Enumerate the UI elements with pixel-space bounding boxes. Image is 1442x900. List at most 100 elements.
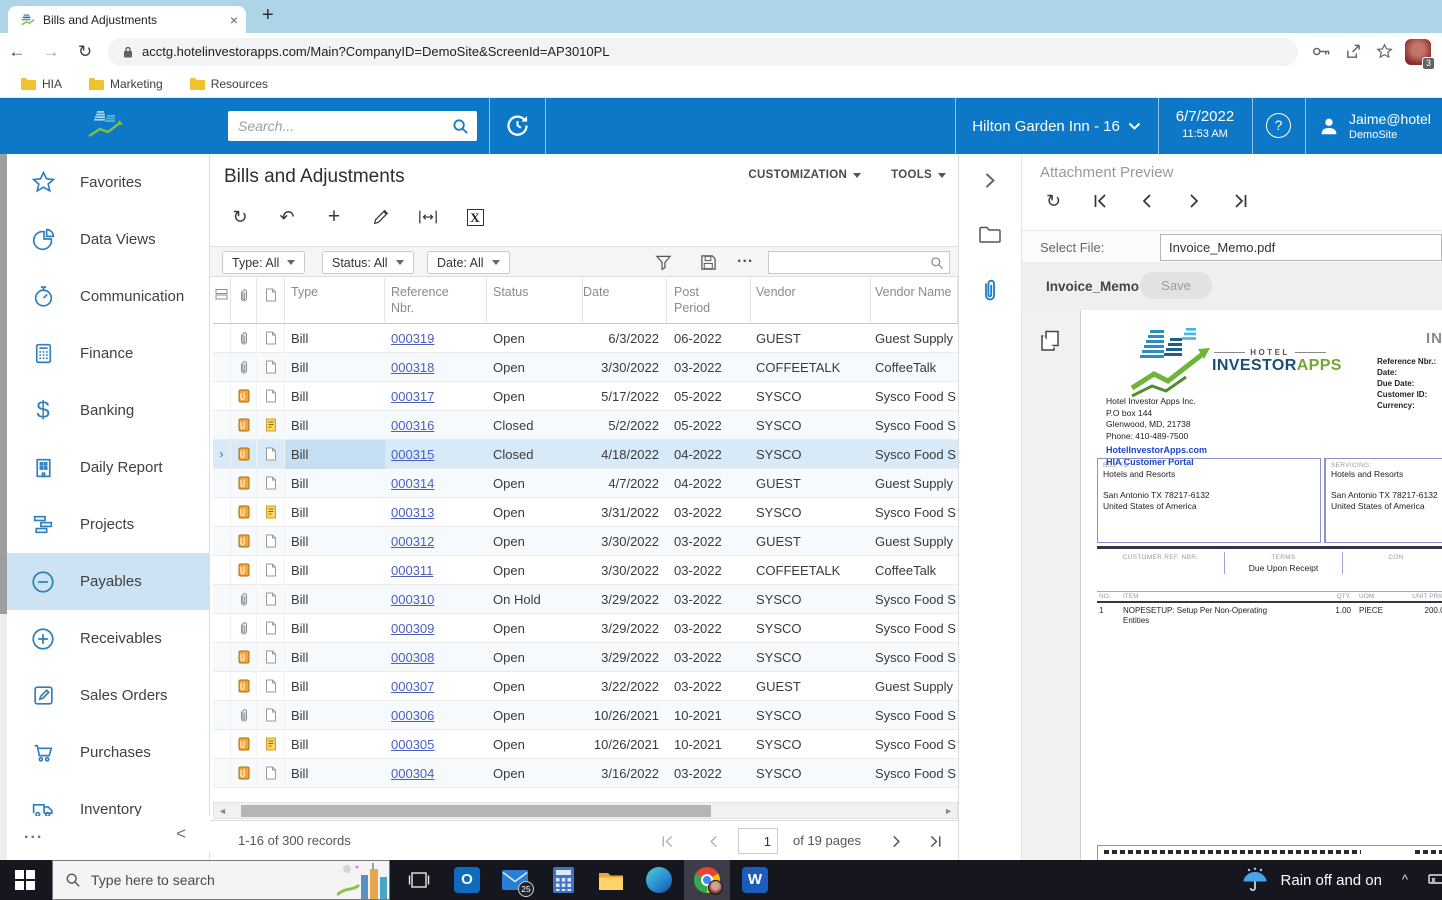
calculator-icon[interactable] bbox=[540, 860, 586, 900]
table-row[interactable]: Bill000307Open3/22/202203-2022GUESTGuest… bbox=[213, 672, 958, 701]
customization-menu[interactable]: CUSTOMIZATION bbox=[748, 169, 861, 181]
scrollbar-thumb[interactable] bbox=[241, 805, 711, 817]
add-icon[interactable]: + bbox=[324, 208, 344, 226]
prev-page-icon[interactable] bbox=[706, 834, 721, 849]
outlook-icon[interactable]: O bbox=[444, 860, 490, 900]
last-icon[interactable] bbox=[1233, 193, 1249, 209]
star-icon[interactable] bbox=[1376, 43, 1393, 60]
sidebar-item-purchases[interactable]: Purchases bbox=[0, 724, 209, 781]
edit-icon[interactable] bbox=[371, 208, 391, 226]
column-header-paperclip-icon[interactable] bbox=[231, 278, 257, 324]
refresh-icon[interactable]: ↻ bbox=[1046, 192, 1061, 210]
page-number-input[interactable] bbox=[738, 828, 778, 854]
first-page-icon[interactable] bbox=[660, 834, 675, 849]
last-page-icon[interactable] bbox=[928, 834, 943, 849]
sidebar-item-banking[interactable]: $Banking bbox=[0, 382, 209, 439]
table-row[interactable]: Bill000310On Hold3/29/202203-2022SYSCOSy… bbox=[213, 585, 958, 614]
grid-search-input[interactable] bbox=[775, 256, 930, 270]
table-row[interactable]: Bill000317Open5/17/202205-2022SYSCOSysco… bbox=[213, 382, 958, 411]
table-row[interactable]: Bill000319Open6/3/202206-2022GUESTGuest … bbox=[213, 324, 958, 353]
undo-icon[interactable]: ↶ bbox=[277, 208, 297, 226]
paperclip-icon[interactable] bbox=[982, 278, 999, 302]
sidebar-more-button[interactable]: ... bbox=[24, 825, 43, 843]
reference-link[interactable]: 000316 bbox=[391, 418, 434, 433]
help-button[interactable]: ? bbox=[1266, 113, 1291, 138]
global-search-input[interactable] bbox=[238, 118, 452, 134]
status-filter[interactable]: Status: All bbox=[322, 251, 414, 274]
sidebar-item-receivables[interactable]: Receivables bbox=[0, 610, 209, 667]
prev-icon[interactable] bbox=[1139, 193, 1155, 209]
tray-chevron-icon[interactable]: ^ bbox=[1402, 872, 1408, 887]
table-row[interactable]: Bill000318Open3/30/202203-2022COFFEETALK… bbox=[213, 353, 958, 382]
sidebar-item-finance[interactable]: Finance bbox=[0, 325, 209, 382]
fit-width-icon[interactable] bbox=[418, 209, 438, 225]
table-row[interactable]: Bill000316Closed5/2/202205-2022SYSCOSysc… bbox=[213, 411, 958, 440]
table-row[interactable]: Bill000308Open3/29/202203-2022SYSCOSysco… bbox=[213, 643, 958, 672]
file-select-combo[interactable]: Invoice_Memo.pdf bbox=[1160, 234, 1442, 261]
chevron-right-icon[interactable] bbox=[985, 172, 996, 189]
global-search[interactable] bbox=[228, 111, 477, 141]
sidebar-item-communication[interactable]: Communication bbox=[0, 268, 209, 325]
reference-link[interactable]: 000314 bbox=[391, 476, 434, 491]
folder-icon[interactable] bbox=[978, 224, 1002, 244]
save-button[interactable]: Save bbox=[1140, 272, 1212, 299]
date-filter[interactable]: Date: All bbox=[427, 251, 510, 274]
system-tray[interactable] bbox=[1428, 872, 1442, 886]
column-header-date[interactable]: Date bbox=[583, 278, 667, 324]
task-view-icon[interactable] bbox=[396, 860, 442, 900]
bookmark-hia[interactable]: HIA bbox=[20, 77, 62, 91]
search-icon[interactable] bbox=[930, 256, 944, 270]
copy-pages-icon[interactable] bbox=[1040, 330, 1060, 352]
tab-close-icon[interactable]: × bbox=[230, 12, 238, 28]
lock-icon[interactable] bbox=[122, 45, 134, 59]
column-header-post-period[interactable]: PostPeriod bbox=[667, 278, 751, 324]
sidebar-item-daily-report[interactable]: Daily Report bbox=[0, 439, 209, 496]
bookmark-resources[interactable]: Resources bbox=[189, 77, 268, 91]
windows-start-icon[interactable] bbox=[14, 869, 36, 891]
file-explorer-icon[interactable] bbox=[588, 860, 634, 900]
table-row[interactable]: Bill000313Open3/31/202203-2022SYSCOSysco… bbox=[213, 498, 958, 527]
business-date-display[interactable]: 6/7/2022 11:53 AM bbox=[1158, 98, 1252, 154]
type-filter[interactable]: Type: All bbox=[222, 251, 305, 274]
next-page-icon[interactable] bbox=[889, 834, 904, 849]
column-header-type[interactable]: Type bbox=[285, 278, 385, 324]
column-header-vendor[interactable]: Vendor bbox=[751, 278, 871, 324]
browser-profile-avatar[interactable]: 3 bbox=[1405, 39, 1431, 65]
first-icon[interactable] bbox=[1092, 193, 1108, 209]
reference-link[interactable]: 000306 bbox=[391, 708, 434, 723]
edge-icon[interactable] bbox=[636, 860, 682, 900]
browser-tab[interactable]: Bills and Adjustments × bbox=[8, 6, 246, 33]
reference-link[interactable]: 000310 bbox=[391, 592, 434, 607]
reference-link[interactable]: 000307 bbox=[391, 679, 434, 694]
column-header-reference-nbr-[interactable]: ReferenceNbr. bbox=[385, 278, 487, 324]
scroll-left-icon[interactable]: ◄ bbox=[218, 806, 227, 816]
business-date-icon[interactable] bbox=[504, 112, 531, 139]
new-tab-button[interactable]: + bbox=[262, 4, 274, 27]
table-row[interactable]: Bill000311Open3/30/202203-2022COFFEETALK… bbox=[213, 556, 958, 585]
reference-link[interactable]: 000317 bbox=[391, 389, 434, 404]
table-row[interactable]: Bill000314Open4/7/202204-2022GUESTGuest … bbox=[213, 469, 958, 498]
save-view-icon[interactable] bbox=[700, 254, 717, 271]
refresh-icon[interactable]: ↻ bbox=[230, 208, 250, 226]
export-excel-icon[interactable]: X bbox=[465, 209, 485, 226]
reference-link[interactable]: 000315 bbox=[391, 447, 434, 462]
forward-icon[interactable]: → bbox=[34, 42, 68, 62]
share-icon[interactable] bbox=[1345, 43, 1362, 60]
table-row[interactable]: Bill000304Open3/16/202203-2022SYSCOSysco… bbox=[213, 759, 958, 788]
weather-widget[interactable]: Rain off and on bbox=[1241, 860, 1382, 900]
search-icon[interactable] bbox=[452, 118, 469, 135]
table-row[interactable]: ›Bill000315Closed4/18/202204-2022SYSCOSy… bbox=[213, 440, 958, 469]
company-selector[interactable]: Hilton Garden Inn - 16 bbox=[955, 98, 1158, 154]
table-row[interactable]: Bill000309Open3/29/202203-2022SYSCOSysco… bbox=[213, 614, 958, 643]
sidebar-item-projects[interactable]: Projects bbox=[0, 496, 209, 553]
hotel-investor-apps-logo[interactable] bbox=[82, 109, 130, 143]
grid-search-box[interactable] bbox=[768, 251, 950, 274]
user-menu[interactable]: Jaime@hotel DemoSite bbox=[1318, 98, 1442, 154]
key-icon[interactable] bbox=[1312, 46, 1331, 57]
tools-menu[interactable]: TOOLS bbox=[891, 169, 946, 181]
word-icon[interactable]: W bbox=[732, 860, 778, 900]
reference-link[interactable]: 000309 bbox=[391, 621, 434, 636]
reference-link[interactable]: 000304 bbox=[391, 766, 434, 781]
document-tab[interactable]: Invoice_Memo bbox=[1046, 279, 1139, 294]
sidebar-item-sales-orders[interactable]: Sales Orders bbox=[0, 667, 209, 724]
